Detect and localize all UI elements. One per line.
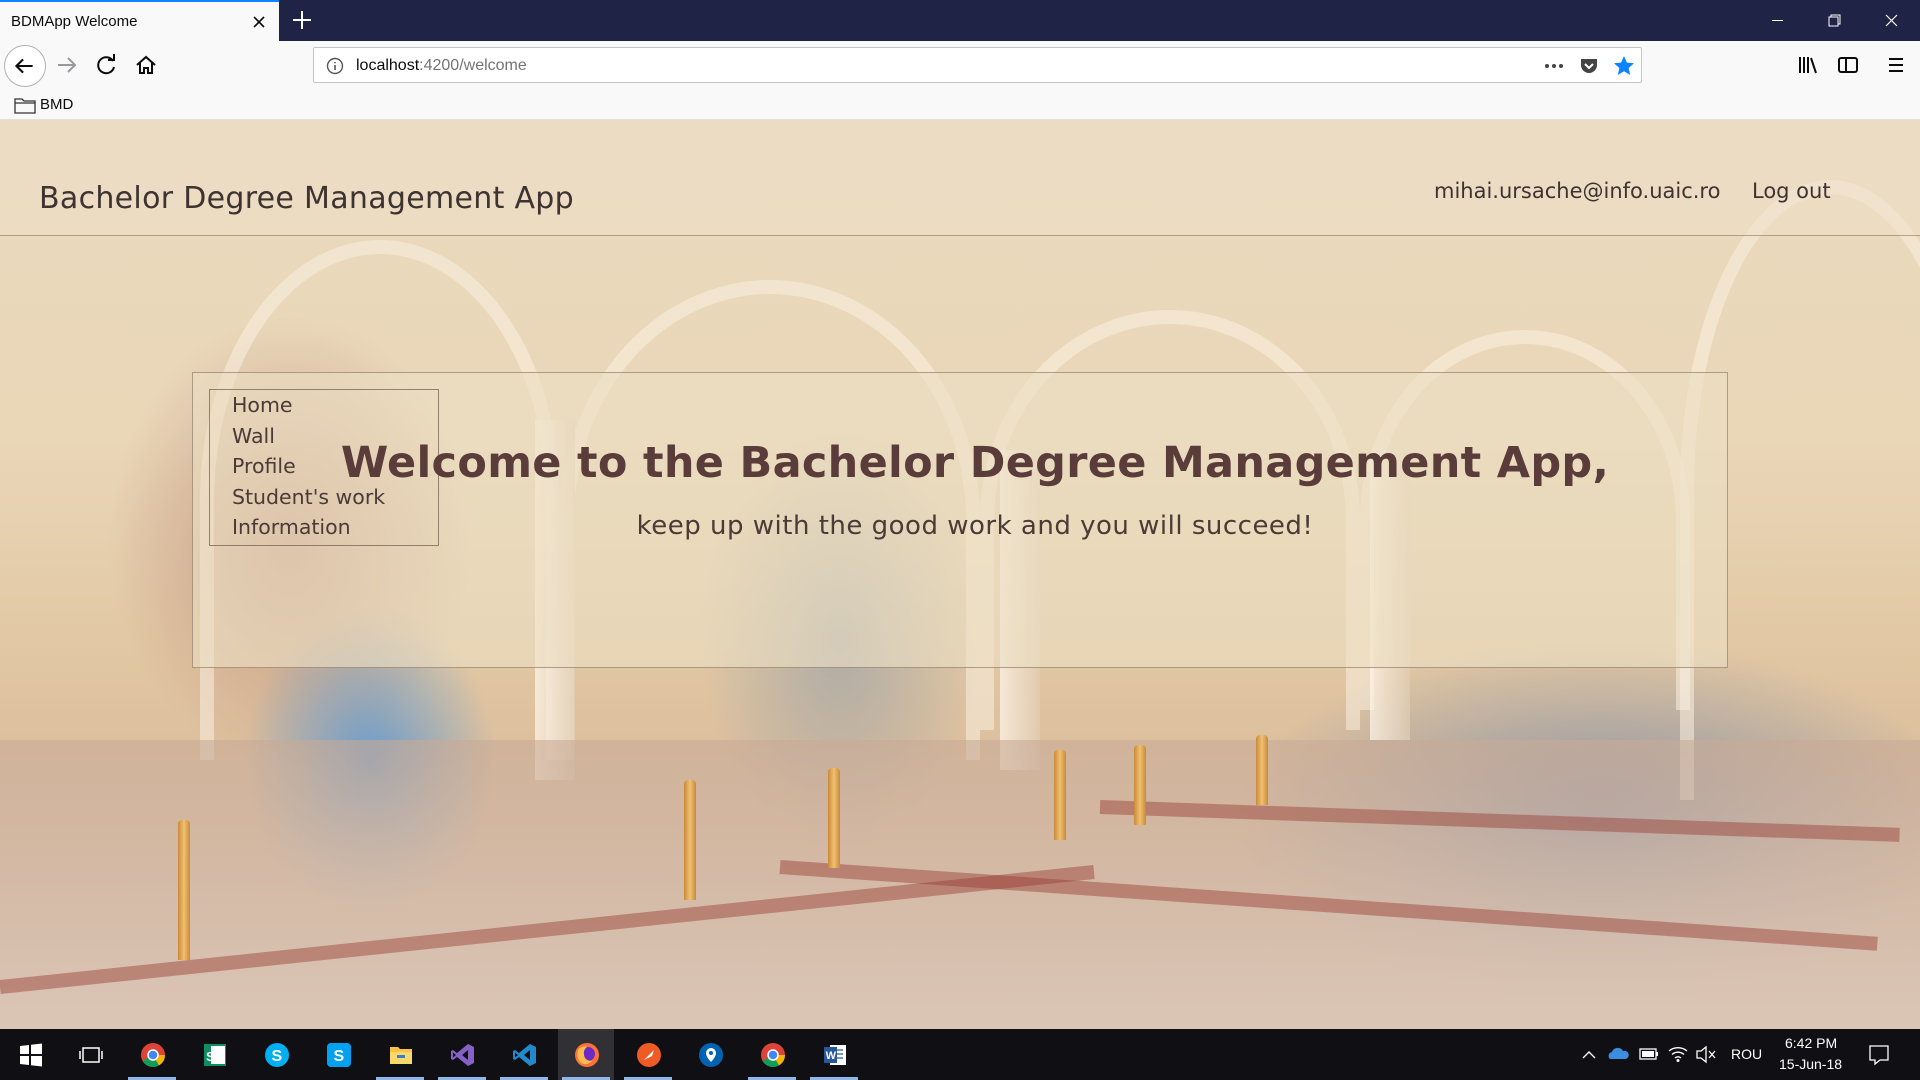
taskbar-app-skype-business[interactable]: S xyxy=(310,1029,366,1080)
task-view-icon xyxy=(79,1047,103,1063)
library-icon[interactable] xyxy=(1792,49,1824,81)
visual-studio-icon xyxy=(451,1044,474,1066)
bookmark-folder-label: BMD xyxy=(40,96,74,113)
word-icon: W xyxy=(824,1045,846,1065)
new-tab-icon[interactable] xyxy=(290,8,314,32)
taskbar-app-skype[interactable]: S xyxy=(248,1029,304,1080)
chrome-icon xyxy=(761,1043,785,1068)
file-explorer-icon xyxy=(390,1047,412,1064)
pocket-icon[interactable] xyxy=(1578,55,1600,77)
user-email: mihai.ursache@info.uaic.ro xyxy=(1434,179,1721,203)
bookmark-star-icon[interactable] xyxy=(1612,54,1636,78)
taskbar-app-visual-studio[interactable] xyxy=(434,1029,490,1080)
home-icon[interactable] xyxy=(130,49,162,81)
sway-icon: S xyxy=(204,1044,226,1066)
wifi-icon[interactable] xyxy=(1666,1029,1690,1080)
minimize-icon[interactable] xyxy=(1749,0,1806,41)
url-bar[interactable]: localhost:4200/welcome xyxy=(313,47,1642,83)
info-icon[interactable] xyxy=(326,57,344,75)
windows-taskbar: S S S W ROU 6:42 PM 15-Jun-18 xyxy=(0,1029,1920,1080)
page-actions-icon[interactable] xyxy=(1542,56,1566,76)
skype-icon: S xyxy=(265,1043,289,1067)
svg-text:S: S xyxy=(206,1049,215,1064)
stanchion-post xyxy=(1256,735,1268,805)
welcome-subheading: keep up with the good work and you will … xyxy=(636,511,1314,541)
welcome-panel: Home Wall Profile Student's work Informa… xyxy=(192,372,1728,668)
taskbar-app-firefox[interactable] xyxy=(558,1029,614,1080)
battery-icon[interactable] xyxy=(1638,1029,1660,1080)
stanchion-post xyxy=(684,780,696,900)
onedrive-icon[interactable] xyxy=(1606,1029,1630,1080)
tab-strip: BDMApp Welcome xyxy=(0,0,1920,41)
vscode-icon xyxy=(513,1044,536,1066)
navigation-toolbar: localhost:4200/welcome xyxy=(0,41,1920,89)
back-arrow-icon[interactable] xyxy=(4,45,46,87)
clock-date: 15-Jun-18 xyxy=(1779,1056,1843,1072)
page-viewport: Bachelor Degree Management App mihai.urs… xyxy=(0,120,1920,1029)
taskbar-app-sway[interactable]: S xyxy=(186,1029,242,1080)
taskbar-app-chrome[interactable] xyxy=(124,1029,180,1080)
firefox-icon xyxy=(575,1043,599,1067)
close-tab-icon[interactable] xyxy=(249,12,269,32)
taskbar-app-file-explorer[interactable] xyxy=(372,1029,428,1080)
tab-active[interactable]: BDMApp Welcome xyxy=(0,0,279,41)
tab-title: BDMApp Welcome xyxy=(11,13,138,30)
maps-icon xyxy=(699,1043,723,1067)
clock[interactable]: 6:42 PM 15-Jun-18 xyxy=(1776,1029,1844,1080)
task-view-button[interactable] xyxy=(62,1029,118,1080)
url-path: :4200/welcome xyxy=(419,57,527,74)
postman-icon xyxy=(637,1043,661,1067)
stanchion-post xyxy=(1134,745,1146,825)
folder-icon xyxy=(14,98,36,114)
start-icon xyxy=(20,1043,42,1067)
bookmarks-toolbar: BMD xyxy=(0,89,1920,120)
reload-icon[interactable] xyxy=(90,49,122,81)
app-title: Bachelor Degree Management App xyxy=(39,181,574,216)
menu-icon[interactable] xyxy=(1880,49,1912,81)
app-header: Bachelor Degree Management App mihai.urs… xyxy=(0,120,1920,236)
url-host: localhost xyxy=(356,57,420,74)
taskbar-app-chrome-2[interactable] xyxy=(744,1029,800,1080)
restore-icon[interactable] xyxy=(1806,0,1863,41)
volume-muted-icon[interactable] xyxy=(1694,1029,1718,1080)
stanchion-post xyxy=(178,820,190,960)
svg-text:S: S xyxy=(272,1048,283,1065)
sidebar-toggle-icon[interactable] xyxy=(1832,49,1864,81)
taskbar-app-postman[interactable] xyxy=(620,1029,676,1080)
clock-time: 6:42 PM xyxy=(1785,1035,1838,1051)
nav-item-home[interactable]: Home xyxy=(210,393,438,424)
start-button[interactable] xyxy=(2,1029,58,1080)
notifications-icon[interactable] xyxy=(1866,1029,1892,1080)
stanchion-post xyxy=(828,768,840,868)
input-language[interactable]: ROU xyxy=(1731,1046,1762,1062)
taskbar-app-word[interactable]: W xyxy=(806,1029,862,1080)
welcome-heading: Welcome to the Bachelor Degree Managemen… xyxy=(340,438,1610,488)
url-text[interactable]: localhost:4200/welcome xyxy=(356,57,527,75)
taskbar-app-vscode[interactable] xyxy=(496,1029,552,1080)
logout-link[interactable]: Log out xyxy=(1752,179,1831,203)
taskbar-app-maps[interactable] xyxy=(682,1029,738,1080)
forward-arrow-icon[interactable] xyxy=(50,49,82,81)
stanchion-post xyxy=(1054,750,1066,840)
chrome-icon xyxy=(141,1043,165,1068)
close-window-icon[interactable] xyxy=(1863,0,1920,41)
svg-text:W: W xyxy=(826,1050,837,1062)
skype-for-business-icon: S xyxy=(327,1043,351,1067)
chevron-up-icon[interactable] xyxy=(1578,1029,1600,1080)
svg-text:S: S xyxy=(334,1048,345,1065)
